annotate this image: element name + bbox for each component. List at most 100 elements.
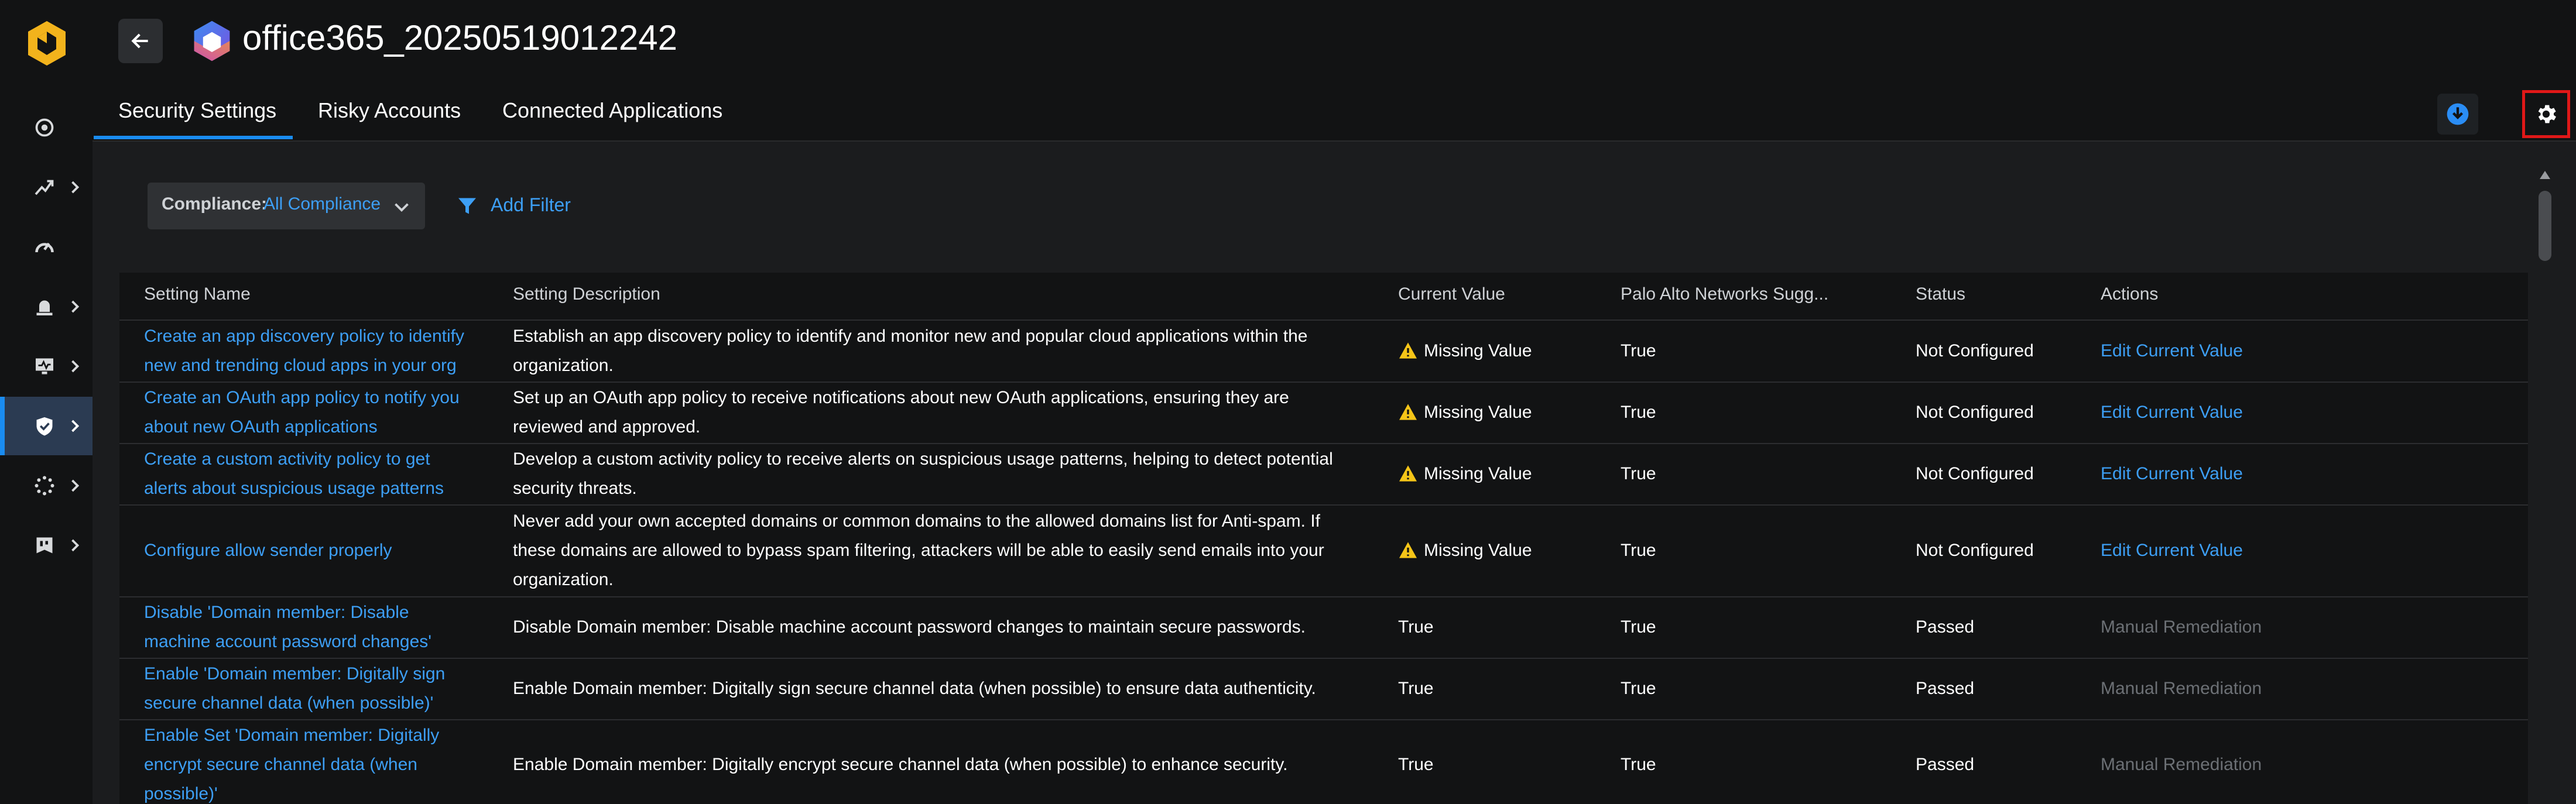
setting-description: Develop a custom activity policy to rece…: [513, 445, 1426, 503]
settings-button[interactable]: [2522, 90, 2570, 138]
compliance-filter-dropdown[interactable]: Compliance: All Compliance: [148, 183, 425, 229]
left-nav: [0, 0, 93, 804]
chevron-right-icon: [71, 539, 80, 552]
table-row: Configure allow sender properly Never add…: [119, 505, 2528, 597]
table-row: Create an app discovery policy to identi…: [119, 321, 2528, 383]
setting-name-link-line: encrypt secure channel data (when: [144, 755, 417, 774]
chevron-right-icon: [71, 300, 80, 313]
current-value-text: True: [1398, 617, 1434, 637]
setting-name-link-line: new and trending cloud apps in your org: [144, 356, 457, 375]
loading-dots-icon: [35, 476, 54, 496]
chevron-right-icon: [71, 420, 80, 432]
column-header-setting-description[interactable]: Setting Description: [513, 284, 660, 304]
gear-icon: [2538, 105, 2556, 123]
table-row: Create a custom activity policy to get al…: [119, 444, 2528, 506]
setting-description: Disable Domain member: Disable machine a…: [513, 613, 1426, 642]
setting-description: Establish an app discovery policy to ide…: [513, 322, 1426, 380]
download-button[interactable]: [2437, 94, 2478, 135]
setting-name-link[interactable]: Disable 'Domain member: Disable machine a…: [144, 598, 484, 657]
scrollbar-thumb[interactable]: [2539, 191, 2551, 261]
current-value: Missing Value: [1398, 398, 1532, 427]
setting-description-line: Enable Domain member: Digitally encrypt …: [513, 755, 1288, 774]
nav-item-activity[interactable]: [0, 158, 93, 217]
column-header-setting-name[interactable]: Setting Name: [144, 284, 251, 304]
filter-label: Compliance:: [162, 194, 268, 214]
current-value-text: Missing Value: [1424, 403, 1532, 422]
column-header-suggested-value[interactable]: Palo Alto Networks Sugg...: [1621, 284, 1828, 304]
chevron-down-icon: [395, 203, 409, 212]
nav-item-reports[interactable]: [0, 516, 93, 575]
status-text: Not Configured: [1916, 341, 2034, 360]
nav-item-dashboard[interactable]: [0, 98, 93, 157]
setting-description: Enable Domain member: Digitally sign sec…: [513, 674, 1426, 703]
column-header-actions[interactable]: Actions: [2101, 284, 2158, 304]
setting-description-line: Set up an OAuth app policy to receive no…: [513, 388, 1289, 407]
setting-name-link-line: alerts about suspicious usage patterns: [144, 479, 444, 498]
edit-current-value-link[interactable]: Edit Current Value: [2101, 336, 2243, 366]
scroll-up-arrow-icon[interactable]: [2539, 170, 2551, 180]
chevron-right-icon: [71, 181, 80, 194]
manual-remediation-label: Manual Remediation: [2101, 679, 2262, 698]
setting-description-line: security threats.: [513, 479, 637, 498]
setting-description-line: Never add your own accepted domains or c…: [513, 511, 1321, 531]
column-header-status[interactable]: Status: [1916, 284, 1965, 304]
setting-name-link[interactable]: Create an app discovery policy to identi…: [144, 322, 484, 380]
activity-icon: [35, 180, 54, 195]
current-value-text: Missing Value: [1424, 464, 1532, 483]
table-row: Enable 'Domain member: Digitally sign sec…: [119, 658, 2528, 720]
back-button[interactable]: [118, 19, 163, 63]
setting-name-link[interactable]: Configure allow sender properly: [144, 536, 484, 565]
current-value: Missing Value: [1398, 536, 1532, 565]
status-text: Passed: [1916, 679, 1975, 698]
setting-description-line: Enable Domain member: Digitally sign sec…: [513, 679, 1316, 698]
nav-item-alerts[interactable]: [0, 277, 93, 336]
suggested-value: True: [1621, 403, 1656, 422]
nav-item-gauge[interactable]: [0, 218, 93, 276]
page-header: office365_20250519012242: [93, 0, 2576, 82]
filter-value: All Compliance: [263, 194, 381, 214]
setting-name-link-line: about new OAuth applications: [144, 417, 378, 437]
report-icon: [36, 537, 53, 554]
manual-remediation-label: Manual Remediation: [2101, 617, 2262, 637]
edit-current-value-link[interactable]: Edit Current Value: [2101, 459, 2243, 489]
nav-item-monitor[interactable]: [0, 337, 93, 396]
setting-name-link[interactable]: Create a custom activity policy to get al…: [144, 445, 484, 503]
setting-description: Set up an OAuth app policy to receive no…: [513, 383, 1426, 442]
warning-icon: [1399, 342, 1417, 359]
nav-item-security[interactable]: [0, 397, 93, 455]
setting-name-link-line: Enable Set 'Domain member: Digitally: [144, 726, 440, 745]
current-value-text: True: [1398, 679, 1434, 698]
tab-connected-applications[interactable]: Connected Applications: [502, 98, 722, 123]
setting-name-link-line: possible)': [144, 784, 218, 803]
current-value-text: Missing Value: [1424, 341, 1532, 360]
tab-security-settings[interactable]: Security Settings: [118, 98, 276, 123]
setting-description-line: organization.: [513, 356, 614, 375]
shield-check-icon: [36, 417, 53, 436]
prisma-logo-icon[interactable]: [26, 20, 68, 67]
setting-name-link-line: Disable 'Domain member: Disable: [144, 603, 409, 622]
table-row: Create an OAuth app policy to notify you…: [119, 382, 2528, 444]
setting-description-line: Develop a custom activity policy to rece…: [513, 449, 1333, 469]
suggested-value: True: [1621, 617, 1656, 637]
chevron-right-icon: [71, 479, 80, 492]
nav-item-loading[interactable]: [0, 456, 93, 515]
current-value: Missing Value: [1398, 336, 1532, 366]
filter-icon: [458, 198, 476, 214]
tab-risky-accounts[interactable]: Risky Accounts: [318, 98, 461, 123]
setting-description: Never add your own accepted domains or c…: [513, 507, 1426, 595]
current-value: True: [1398, 674, 1434, 703]
edit-current-value-link[interactable]: Edit Current Value: [2101, 398, 2243, 427]
settings-table: Setting Name Setting Description Current…: [119, 273, 2528, 804]
suggested-value: True: [1621, 541, 1656, 560]
setting-name-link-line: Configure allow sender properly: [144, 541, 392, 560]
add-filter-label: Add Filter: [491, 194, 571, 215]
setting-name-link[interactable]: Enable 'Domain member: Digitally sign sec…: [144, 659, 484, 718]
status-text: Passed: [1916, 755, 1975, 774]
column-header-current-value[interactable]: Current Value: [1398, 284, 1505, 304]
current-value: True: [1398, 750, 1434, 779]
edit-current-value-link[interactable]: Edit Current Value: [2101, 536, 2243, 565]
setting-name-link[interactable]: Enable Set 'Domain member: Digitally encr…: [144, 721, 484, 804]
setting-name-link[interactable]: Create an OAuth app policy to notify you…: [144, 383, 484, 442]
chevron-right-icon: [71, 360, 80, 373]
table-row: Disable 'Domain member: Disable machine a…: [119, 597, 2528, 659]
